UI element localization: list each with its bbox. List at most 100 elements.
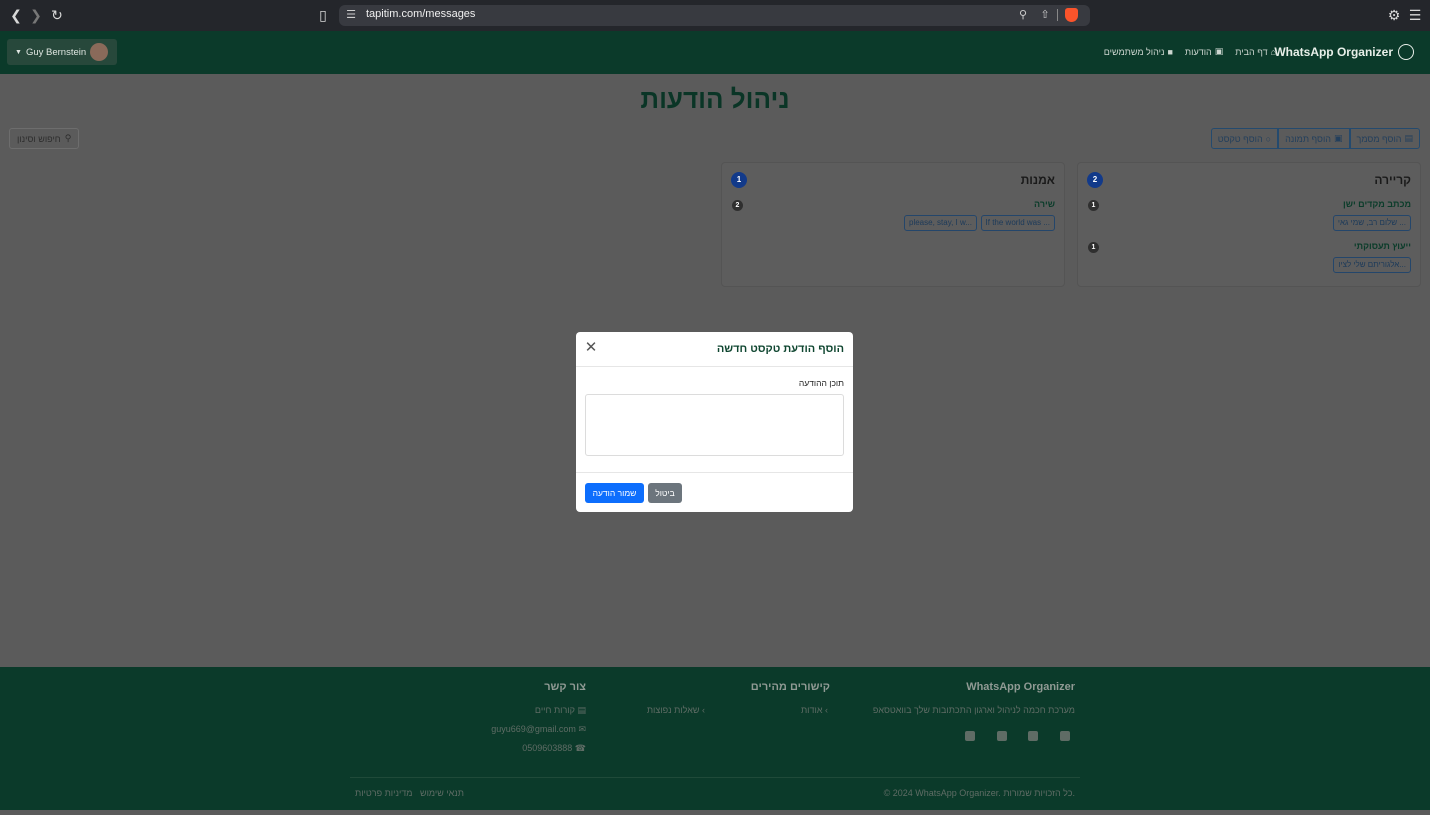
document-icon: ▤ (1404, 133, 1413, 143)
add-image-button[interactable]: ▣ הוסף תמונה (1278, 128, 1350, 149)
avatar (90, 43, 108, 61)
modal-footer-divider (576, 472, 853, 473)
nav-home[interactable]: ⌂ דף הבית (1235, 46, 1276, 57)
add-text-label: הוסף טקסט (1217, 133, 1263, 144)
brand-name: WhatsApp Organizer (1274, 45, 1393, 59)
terms-link[interactable]: תנאי שימוש (420, 788, 464, 798)
phone-icon: ☎ (574, 743, 586, 753)
search-filter-label: חיפוש וסינון (17, 133, 61, 144)
user-menu-button[interactable]: ▼ Guy Bernstein (7, 39, 117, 65)
message-icon: ▣ (1214, 46, 1224, 56)
footer-cv-label: קורות חיים (534, 705, 575, 715)
brave-shield-icon[interactable] (1065, 8, 1078, 22)
nav-users-label: ניהול משתמשים (1103, 46, 1165, 57)
category-title: אמנות (1020, 173, 1055, 187)
message-content-label: תוכן ההודעה (798, 378, 844, 388)
message-pill[interactable]: If the world was ... (980, 215, 1055, 231)
subcategory-title: מכתב מקדים ישן (1342, 199, 1411, 209)
chevron-left-icon: ‹ (825, 705, 828, 715)
nav-users[interactable]: ■ ניהול משתמשים (1104, 46, 1173, 57)
footer-divider (350, 777, 1080, 778)
user-name: Guy Bernstein (25, 46, 87, 58)
modal-header-divider (576, 366, 853, 367)
zoom-icon[interactable]: ⚲ (1016, 8, 1030, 22)
copyright: © 2024 WhatsApp Organizer. כל הזכויות שמ… (883, 788, 1075, 798)
contact-title: צור קשר (544, 681, 586, 693)
nav-messages[interactable]: ▣ הודעות (1185, 46, 1223, 57)
privacy-link[interactable]: מדיניות פרטיות (355, 788, 412, 798)
footer-email[interactable]: guyu669@gmail.com ✉ (491, 724, 586, 735)
subcategory-count-badge: 2 (732, 200, 743, 211)
add-image-label: הוסף תמונה (1285, 133, 1332, 144)
action-buttons: ▤ הוסף מסמך ▣ הוסף תמונה ○ הוסף טקסט (1210, 128, 1420, 149)
footer-link-about[interactable]: אודות ‹ (801, 705, 828, 715)
footer-cv-link[interactable]: קורות חיים ▤ (535, 705, 586, 716)
message-pill[interactable]: שלום רב, שמי גאי ... (1332, 215, 1411, 231)
quick-links-title: קישורים מהירים (750, 681, 830, 693)
message-content-textarea[interactable] (585, 394, 844, 456)
site-footer: WhatsApp Organizer מערכת חכמה לניהול ואר… (0, 667, 1430, 810)
site-settings-icon[interactable]: ☰ (344, 8, 358, 22)
chevron-left-icon: ‹ (702, 705, 705, 715)
site-navbar: WhatsApp Organizer ⌂ דף הבית ▣ הודעות ■ ניה… (0, 31, 1430, 74)
footer-phone-label: 0509603888 (522, 743, 573, 753)
page-title: ניהול הודעות (640, 84, 790, 114)
url-text: tapitim.com/messages (366, 8, 476, 20)
envelope-icon: ✉ (578, 724, 586, 734)
footer-link-faq[interactable]: שאלות נפוצות ‹ (647, 705, 705, 715)
subcategory-title: ייעוץ תעסוקתי (1353, 241, 1411, 251)
brand[interactable]: WhatsApp Organizer (1274, 44, 1414, 60)
add-document-label: הוסף מסמך (1356, 133, 1402, 144)
cancel-button[interactable]: ביטול (648, 483, 682, 503)
search-icon: ⚲ (64, 133, 72, 143)
message-pill[interactable]: please, stay, I w... (904, 215, 977, 231)
bookmark-icon[interactable]: ▯ (314, 6, 332, 24)
subcategory-title: שירה (1034, 199, 1055, 209)
file-icon: ▤ (577, 705, 586, 715)
github-icon[interactable] (1028, 731, 1038, 741)
category-card-art: אמנות 1 שירה 2 If the world was ... plea… (721, 162, 1065, 287)
caret-down-icon: ▼ (15, 48, 22, 56)
divider (1057, 9, 1058, 21)
page-bottom (0, 810, 1430, 815)
add-text-button[interactable]: ○ הוסף טקסט (1210, 128, 1279, 149)
footer-link-about-label: אודות (800, 705, 823, 715)
text-message-icon: ○ (1265, 133, 1272, 144)
footer-phone[interactable]: 0509603888 ☎ (522, 743, 586, 754)
close-icon[interactable]: ✕ (584, 340, 598, 355)
home-icon: ⌂ (1270, 46, 1276, 57)
lock-icon: ■ (1167, 46, 1173, 57)
menu-icon[interactable]: ☰ (1406, 6, 1424, 24)
whatsapp-icon (1398, 44, 1414, 60)
category-count-badge: 2 (1087, 172, 1103, 188)
nav-messages-label: הודעות (1184, 46, 1212, 57)
extensions-icon[interactable]: ⚙ (1385, 6, 1403, 24)
add-text-message-modal: הוסף הודעת טקסט חדשה ✕ תוכן ההודעה שמור … (576, 332, 853, 512)
save-message-button[interactable]: שמור הודעה (585, 483, 644, 503)
add-document-button[interactable]: ▤ הוסף מסמך (1349, 128, 1420, 149)
category-card-career: קריירה 2 מכתב מקדים ישן 1 שלום רב, שמי ג… (1077, 162, 1421, 287)
browser-toolbar: ❮ ❯ ↻ ▯ ☰ tapitim.com/messages ⚲ ⇧ ⚙ ☰ (0, 0, 1430, 31)
facebook-icon[interactable] (1060, 731, 1070, 741)
footer-description: מערכת חכמה לניהול וארגון התכתובות שלך בו… (872, 705, 1075, 715)
nav-links: ⌂ דף הבית ▣ הודעות ■ ניהול משתמשים (1104, 46, 1276, 57)
image-icon: ▣ (1334, 133, 1343, 143)
forward-icon[interactable]: ❯ (27, 6, 45, 24)
footer-email-label: guyu669@gmail.com (491, 724, 576, 734)
instagram-icon[interactable] (997, 731, 1007, 741)
share-icon[interactable]: ⇧ (1038, 8, 1052, 22)
category-count-badge: 1 (731, 172, 747, 188)
address-bar[interactable]: ☰ tapitim.com/messages ⚲ ⇧ (339, 5, 1090, 26)
modal-title: הוסף הודעת טקסט חדשה (716, 343, 844, 355)
subcategory-count-badge: 1 (1088, 242, 1099, 253)
footer-brand: WhatsApp Organizer (966, 681, 1075, 693)
subcategory-count-badge: 1 (1088, 200, 1099, 211)
nav-home-label: דף הבית (1235, 46, 1268, 57)
message-pill[interactable]: אלגוריתם שלי לציו... (1333, 257, 1411, 273)
back-icon[interactable]: ❮ (7, 6, 25, 24)
footer-link-faq-label: שאלות נפוצות (646, 705, 700, 715)
linkedin-icon[interactable] (965, 731, 975, 741)
search-filter-button[interactable]: חיפוש וסינון ⚲ (9, 128, 80, 149)
category-title: קריירה (1374, 173, 1411, 187)
reload-icon[interactable]: ↻ (48, 6, 66, 24)
